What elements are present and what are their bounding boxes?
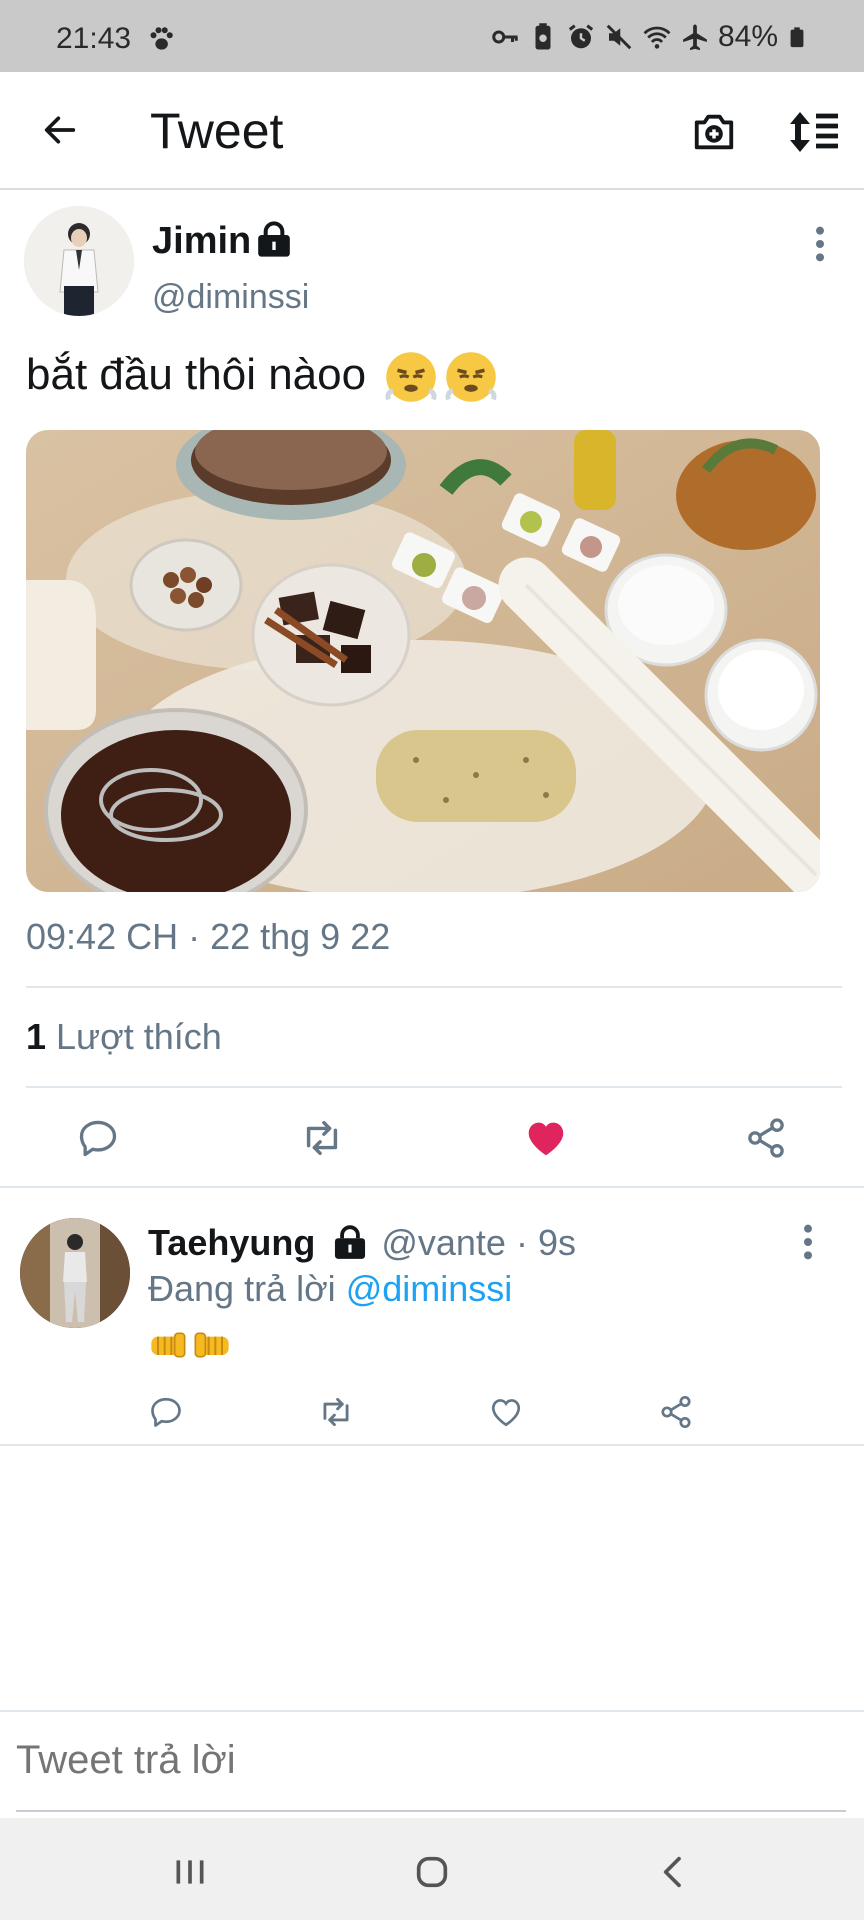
recent-apps-icon (176, 1860, 204, 1884)
avatar-image (20, 1218, 130, 1328)
wifi-icon (643, 26, 671, 49)
reply-compose (0, 1710, 864, 1812)
back-button[interactable] (30, 100, 90, 160)
status-icons: 84% (490, 20, 808, 54)
author-avatar[interactable] (24, 206, 134, 316)
likes-label: Lượt thích (56, 1016, 222, 1057)
divider (26, 1086, 842, 1088)
alarm-icon (568, 24, 594, 49)
tweet-text-content: bắt đầu thôi nàoo (26, 350, 367, 399)
retweet-icon (323, 1397, 349, 1427)
share-icon (661, 1395, 691, 1429)
author-name[interactable]: Jimin (152, 220, 251, 263)
back-arrow-icon (44, 116, 76, 144)
divider (26, 986, 842, 988)
sort-icon (790, 112, 838, 152)
reply-author-name[interactable]: Taehyung (148, 1222, 315, 1264)
reply-author-avatar[interactable] (20, 1218, 130, 1328)
mute-icon (606, 24, 632, 50)
share-button[interactable] (738, 1110, 794, 1166)
replying-to-prefix: Đang trả lời (148, 1268, 336, 1309)
tweet-timestamp: 09:42 CH · 22 thg 9 22 (26, 916, 391, 957)
home-button[interactable] (402, 1842, 462, 1902)
reply-icon (79, 1120, 117, 1157)
airplane-icon (683, 24, 707, 51)
page-title: Tweet (150, 103, 284, 159)
like-button[interactable] (516, 1108, 576, 1168)
reply-retweet-button[interactable] (312, 1388, 360, 1436)
tweet-photo[interactable] (26, 430, 820, 892)
replying-to-mention[interactable]: @diminssi (346, 1268, 513, 1309)
reply-reply-button[interactable] (142, 1388, 190, 1436)
share-icon (748, 1118, 784, 1158)
baking-photo (26, 430, 820, 892)
lock-icon (335, 1225, 366, 1259)
reply-input[interactable] (16, 1738, 846, 1783)
home-icon (416, 1856, 448, 1888)
more-vertical-icon[interactable] (796, 1222, 820, 1262)
reply-share-button[interactable] (652, 1388, 700, 1436)
camera-button[interactable] (684, 102, 744, 162)
recent-apps-button[interactable] (160, 1842, 220, 1902)
more-vertical-icon[interactable] (808, 224, 832, 264)
fist-bump-left-emoji-icon (151, 1332, 186, 1358)
reply-button[interactable] (70, 1110, 126, 1166)
replying-to: Đang trả lời @diminssi (148, 1268, 512, 1310)
retweet-icon (306, 1120, 338, 1156)
back-chevron-icon (663, 1856, 681, 1888)
back-nav-button[interactable] (644, 1842, 704, 1902)
likes-count: 1 (26, 1016, 47, 1057)
sort-button[interactable] (784, 102, 844, 162)
huffing-face-emoji-icon (445, 352, 497, 403)
avatar-image (24, 206, 134, 316)
paw-icon (150, 27, 173, 50)
lock-icon (258, 221, 290, 257)
heart-outline-icon (491, 1399, 521, 1427)
reply-like-button[interactable] (482, 1388, 530, 1436)
reply-header: Taehyung @vante · 9s (148, 1222, 576, 1264)
input-underline (16, 1810, 846, 1812)
fist-bump-right-emoji-icon (194, 1332, 229, 1358)
status-bar: 21:43 84% (0, 0, 864, 72)
huffing-face-emoji-icon (385, 352, 437, 403)
divider (0, 1444, 864, 1446)
reply-icon (151, 1397, 181, 1427)
battery-percent: 84% (717, 20, 778, 53)
tweet-text: bắt đầu thôi nàoo (26, 350, 498, 404)
reply-text (148, 1328, 232, 1362)
reply-author-handle[interactable]: @vante (381, 1222, 506, 1264)
battery-icon (790, 27, 804, 48)
reply-time: · 9s (515, 1222, 576, 1263)
app-bar: Tweet (0, 72, 864, 190)
system-nav-bar (0, 1818, 864, 1920)
key-icon (492, 30, 518, 44)
divider (0, 1186, 864, 1188)
status-time: 21:43 (56, 22, 132, 55)
likes-summary[interactable]: 1 Lượt thích (26, 1016, 222, 1058)
camera-plus-icon (694, 114, 734, 150)
heart-icon (528, 1122, 564, 1156)
author-handle[interactable]: @diminssi (152, 278, 309, 317)
retweet-button[interactable] (294, 1110, 350, 1166)
battery-saver-icon (535, 23, 551, 50)
